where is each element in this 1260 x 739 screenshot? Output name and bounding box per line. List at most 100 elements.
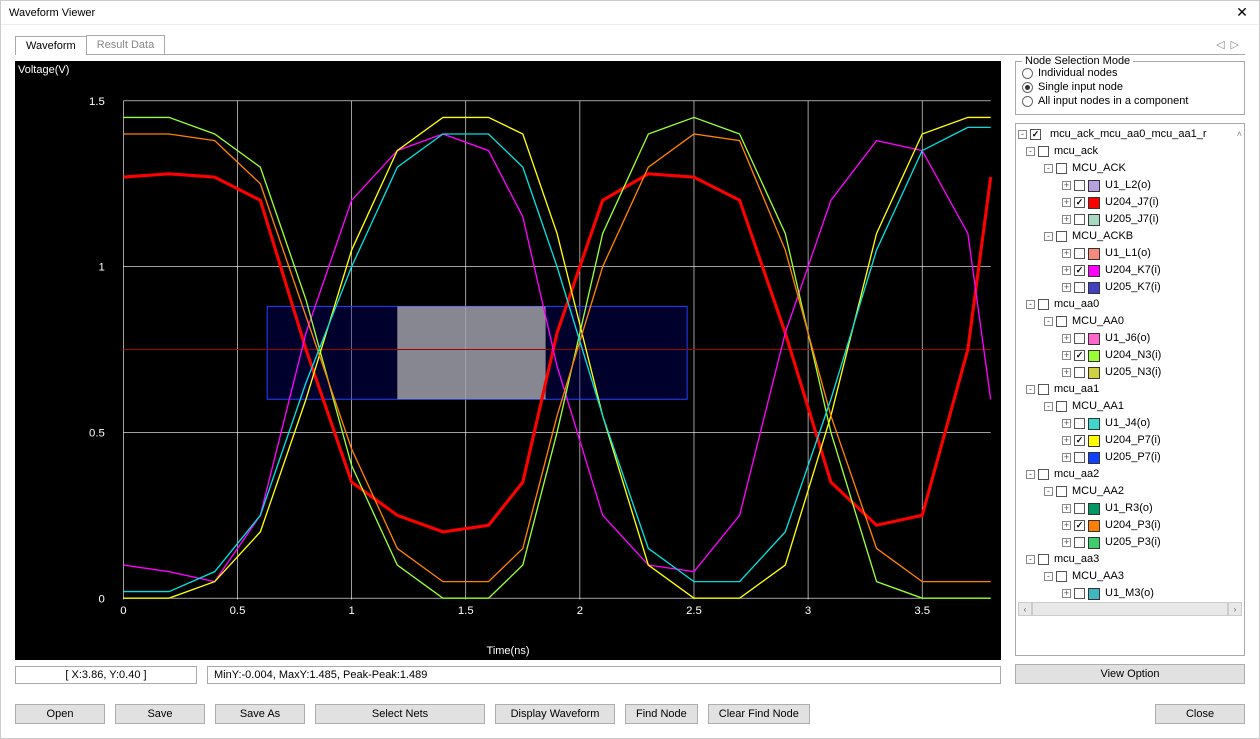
- tree-checkbox[interactable]: [1074, 367, 1085, 378]
- tree-expand-icon[interactable]: -: [1044, 164, 1053, 173]
- tree-node[interactable]: +U1_L2(o): [1018, 177, 1242, 194]
- tree-checkbox[interactable]: [1056, 486, 1067, 497]
- tab-result-data[interactable]: Result Data: [86, 35, 165, 54]
- tree-checkbox[interactable]: [1074, 452, 1085, 463]
- view-option-button[interactable]: View Option: [1015, 664, 1245, 684]
- save-as-button[interactable]: Save As: [215, 704, 305, 724]
- scrollbar-track[interactable]: [1032, 602, 1228, 616]
- tree-expand-icon[interactable]: +: [1062, 334, 1071, 343]
- tree-node[interactable]: -mcu_ack: [1018, 143, 1242, 160]
- tree-expand-icon[interactable]: +: [1062, 283, 1071, 292]
- tree-expand-icon[interactable]: +: [1062, 419, 1071, 428]
- tree-checkbox[interactable]: [1074, 350, 1085, 361]
- tree-checkbox[interactable]: [1074, 537, 1085, 548]
- radio-all-input-nodes[interactable]: All input nodes in a component: [1022, 94, 1238, 108]
- tree-expand-icon[interactable]: -: [1026, 385, 1035, 394]
- tree-checkbox[interactable]: [1056, 316, 1067, 327]
- tree-expand-icon[interactable]: +: [1062, 368, 1071, 377]
- tree-expand-icon[interactable]: +: [1062, 198, 1071, 207]
- tree-node[interactable]: +U204_J7(i): [1018, 194, 1242, 211]
- tree-node[interactable]: -MCU_ACKB: [1018, 228, 1242, 245]
- tree-node[interactable]: +U1_J6(o): [1018, 330, 1242, 347]
- tree-expand-icon[interactable]: -: [1044, 317, 1053, 326]
- tree-checkbox[interactable]: [1056, 401, 1067, 412]
- tab-nav-right-icon[interactable]: ▷: [1231, 38, 1239, 51]
- tree-checkbox[interactable]: [1038, 299, 1049, 310]
- signal-tree[interactable]: -mcu_ack_mcu_aa0_mcu_aa1_r ˄-mcu_ack-MCU…: [1015, 123, 1245, 656]
- save-button[interactable]: Save: [115, 704, 205, 724]
- tree-node[interactable]: +U205_N3(i): [1018, 364, 1242, 381]
- tree-checkbox[interactable]: [1074, 197, 1085, 208]
- tree-node[interactable]: -MCU_AA1: [1018, 398, 1242, 415]
- tab-waveform[interactable]: Waveform: [15, 36, 87, 55]
- tree-checkbox[interactable]: [1074, 418, 1085, 429]
- tree-checkbox[interactable]: [1074, 180, 1085, 191]
- tree-checkbox[interactable]: [1074, 520, 1085, 531]
- tree-node[interactable]: -MCU_AA3: [1018, 568, 1242, 585]
- tree-node[interactable]: +U205_K7(i): [1018, 279, 1242, 296]
- tree-expand-icon[interactable]: +: [1062, 249, 1071, 258]
- tree-node[interactable]: -mcu_aa1: [1018, 381, 1242, 398]
- tree-checkbox[interactable]: [1038, 469, 1049, 480]
- tree-expand-icon[interactable]: -: [1044, 572, 1053, 581]
- tree-checkbox[interactable]: [1056, 163, 1067, 174]
- tree-expand-icon[interactable]: -: [1018, 130, 1027, 139]
- tree-expand-icon[interactable]: +: [1062, 504, 1071, 513]
- tree-node[interactable]: +U1_M3(o): [1018, 585, 1242, 602]
- tree-checkbox[interactable]: [1056, 231, 1067, 242]
- tree-checkbox[interactable]: [1074, 588, 1085, 599]
- tree-node[interactable]: +U1_L1(o): [1018, 245, 1242, 262]
- tree-expand-icon[interactable]: +: [1062, 181, 1071, 190]
- tree-node[interactable]: +U205_P7(i): [1018, 449, 1242, 466]
- tree-node[interactable]: +U204_P7(i): [1018, 432, 1242, 449]
- tree-node[interactable]: +U1_R3(o): [1018, 500, 1242, 517]
- tree-expand-icon[interactable]: +: [1062, 266, 1071, 275]
- tree-checkbox[interactable]: [1074, 435, 1085, 446]
- tree-checkbox[interactable]: [1074, 333, 1085, 344]
- tree-expand-icon[interactable]: +: [1062, 215, 1071, 224]
- tree-checkbox[interactable]: [1056, 571, 1067, 582]
- tree-node[interactable]: -mcu_aa3: [1018, 551, 1242, 568]
- tree-expand-icon[interactable]: +: [1062, 436, 1071, 445]
- tree-checkbox[interactable]: [1074, 282, 1085, 293]
- radio-individual-nodes[interactable]: Individual nodes: [1022, 66, 1238, 80]
- tab-nav-left-icon[interactable]: ◁: [1216, 38, 1224, 51]
- tree-expand-icon[interactable]: -: [1026, 555, 1035, 564]
- tree-node[interactable]: -MCU_AA0: [1018, 313, 1242, 330]
- tree-checkbox[interactable]: [1030, 129, 1041, 140]
- tree-checkbox[interactable]: [1074, 214, 1085, 225]
- waveform-plot[interactable]: 1.510.5000.511.522.533.5 Voltage(V) Time…: [15, 61, 1001, 660]
- tree-expand-icon[interactable]: +: [1062, 521, 1071, 530]
- tree-expand-icon[interactable]: -: [1026, 470, 1035, 479]
- tree-node[interactable]: +U1_J4(o): [1018, 415, 1242, 432]
- tree-node[interactable]: -mcu_aa0: [1018, 296, 1242, 313]
- tree-node[interactable]: +U204_P3(i): [1018, 517, 1242, 534]
- tree-expand-icon[interactable]: +: [1062, 589, 1071, 598]
- tree-checkbox[interactable]: [1074, 503, 1085, 514]
- tree-expand-icon[interactable]: -: [1044, 487, 1053, 496]
- tree-expand-icon[interactable]: +: [1062, 453, 1071, 462]
- tree-node[interactable]: +U204_N3(i): [1018, 347, 1242, 364]
- tree-checkbox[interactable]: [1038, 384, 1049, 395]
- select-nets-button[interactable]: Select Nets: [315, 704, 485, 724]
- close-icon[interactable]: ✕: [1233, 4, 1251, 22]
- clear-find-node-button[interactable]: Clear Find Node: [708, 704, 810, 724]
- tree-node[interactable]: +U205_J7(i): [1018, 211, 1242, 228]
- tree-expand-icon[interactable]: -: [1026, 300, 1035, 309]
- tree-node[interactable]: -MCU_AA2: [1018, 483, 1242, 500]
- tree-expand-icon[interactable]: -: [1044, 232, 1053, 241]
- close-button[interactable]: Close: [1155, 704, 1245, 724]
- scroll-right-icon[interactable]: ›: [1228, 602, 1242, 616]
- find-node-button[interactable]: Find Node: [625, 704, 698, 724]
- tree-expand-icon[interactable]: +: [1062, 351, 1071, 360]
- tree-expand-icon[interactable]: -: [1026, 147, 1035, 156]
- display-waveform-button[interactable]: Display Waveform: [495, 704, 615, 724]
- tree-expand-icon[interactable]: -: [1044, 402, 1053, 411]
- tree-checkbox[interactable]: [1074, 265, 1085, 276]
- open-button[interactable]: Open: [15, 704, 105, 724]
- tree-node[interactable]: +U204_K7(i): [1018, 262, 1242, 279]
- radio-single-input-node[interactable]: Single input node: [1022, 80, 1238, 94]
- tree-checkbox[interactable]: [1038, 554, 1049, 565]
- tree-node[interactable]: -MCU_ACK: [1018, 160, 1242, 177]
- scroll-left-icon[interactable]: ‹: [1018, 602, 1032, 616]
